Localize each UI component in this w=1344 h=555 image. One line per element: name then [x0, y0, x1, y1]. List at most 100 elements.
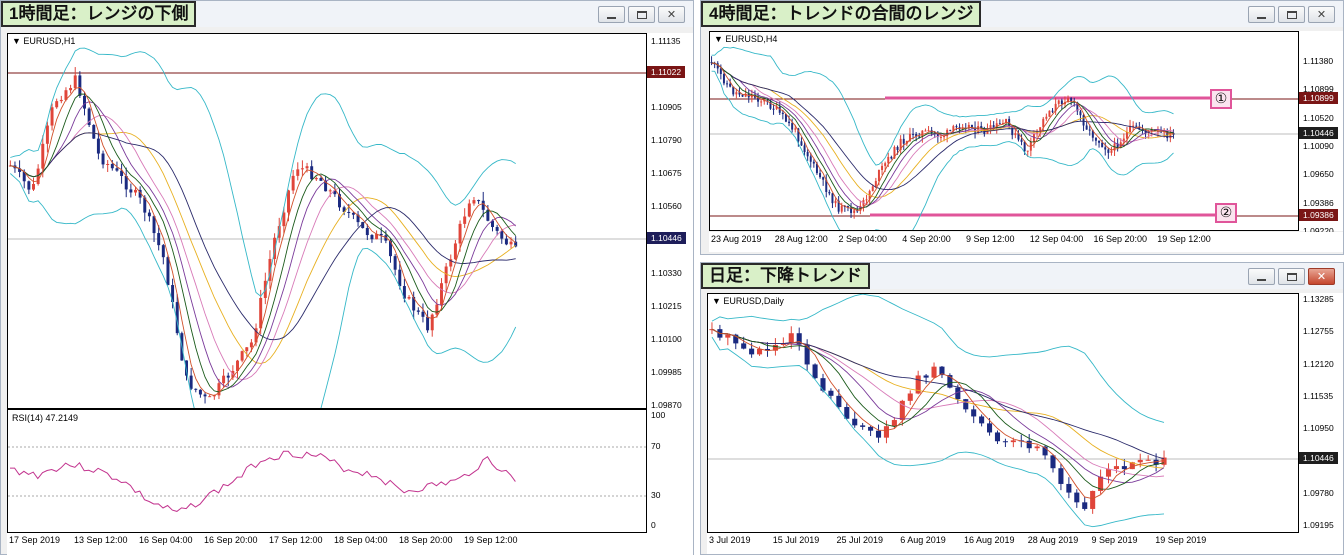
candle-body: [194, 388, 198, 390]
price-tick-label: 1.10560: [651, 201, 682, 212]
candle-body: [1113, 466, 1119, 470]
candle-body: [931, 366, 937, 378]
price-tick-label: 1.10905: [651, 102, 682, 113]
candle-body: [955, 126, 958, 128]
candle-body: [890, 156, 893, 159]
close-button[interactable]: ✕: [1308, 268, 1335, 285]
close-button[interactable]: ✕: [658, 6, 685, 23]
candle-body: [166, 257, 170, 286]
candle-body: [1105, 469, 1112, 477]
price-tick-label: 1.13285: [1303, 294, 1334, 304]
moving-average-line: [711, 62, 1174, 198]
price-tick-label: 1.12120: [1303, 358, 1334, 369]
candle-body: [310, 166, 314, 180]
candle-body: [198, 389, 202, 395]
symbol-label: ▼ EURUSD,H1: [12, 36, 76, 46]
price-chart-area[interactable]: ▼ EURUSD,Daily: [707, 293, 1299, 533]
window-titlebar[interactable]: 4時間足：トレンドの合間のレンジ ✕: [701, 1, 1343, 27]
price-tick-label: 1.09195: [1303, 520, 1334, 530]
candle-body: [83, 95, 86, 109]
candle-body: [1098, 140, 1101, 143]
moving-average-line: [711, 62, 1174, 191]
price-tick-label: 1.10675: [651, 168, 682, 179]
price-tick-label: 1.10330: [651, 267, 682, 278]
time-axis: 23 Aug 2019 28 Aug 12:00 2 Sep 04:00 4 Sep …: [709, 232, 1343, 252]
marker-1: ①: [1210, 89, 1232, 109]
price-tick-label: 1.10790: [651, 135, 682, 146]
price-chart-svg: [708, 294, 1298, 528]
candle-body: [877, 169, 880, 182]
bollinger-lower-band: [10, 173, 517, 408]
maximize-button[interactable]: [1278, 6, 1305, 23]
time-tick-label: 19 Sep 12:00: [1157, 234, 1211, 244]
candle-body: [809, 156, 812, 162]
maximize-button[interactable]: [1278, 268, 1305, 285]
candle-body: [430, 314, 434, 331]
time-tick-label: 6 Aug 2019: [900, 535, 946, 545]
candle-body: [963, 399, 969, 410]
window-titlebar[interactable]: 日足：下降トレンド ✕: [701, 263, 1343, 289]
candle-body: [1032, 134, 1035, 142]
chart-window-h4[interactable]: 4時間足：トレンドの合間のレンジ ✕ ▼ EURUSD,H4 1.11380 1.…: [700, 0, 1344, 255]
minimize-icon: [1257, 278, 1266, 281]
minimize-button[interactable]: [1248, 6, 1275, 23]
chart-window-h1[interactable]: 1時間足：レンジの下側 ✕ ▼ EURUSD,H1 1.111351.11020…: [0, 0, 694, 555]
candle-body: [185, 360, 188, 376]
candle-body: [55, 101, 59, 108]
rsi-axis: 100 70 30 0: [647, 409, 693, 533]
candle-body: [59, 99, 63, 102]
maximize-button[interactable]: [628, 6, 655, 23]
price-axis: 1.11380 1.10899 1.10520 1.10090 1.09650 1.093…: [1299, 31, 1343, 236]
time-tick-label: 2 Sep 04:00: [838, 234, 888, 244]
candle-body: [300, 168, 304, 170]
rsi-tick-label: 0: [651, 520, 656, 530]
price-tick-label: 1.10215: [651, 300, 682, 311]
time-tick-label: 19 Sep 12:00: [464, 535, 518, 545]
candle-body: [1094, 137, 1097, 141]
candle-body: [393, 256, 397, 270]
candle-body: [853, 210, 856, 213]
candle-body: [1101, 142, 1104, 148]
price-chart-area[interactable]: ▼ EURUSD,H1: [7, 33, 647, 409]
price-tick-label: 1.09650: [1303, 169, 1334, 180]
time-tick-label: 15 Jul 2019: [772, 535, 820, 545]
candle-body: [831, 193, 834, 204]
time-tick-label: 9 Sep 2019: [1091, 535, 1138, 545]
candle-body: [1060, 100, 1063, 105]
candle-body: [106, 164, 110, 166]
candle-body: [875, 430, 882, 438]
price-chart-area[interactable]: ▼ EURUSD,H4: [709, 31, 1299, 231]
candle-body: [924, 130, 927, 132]
candle-body: [891, 420, 897, 427]
candle-body: [820, 378, 826, 391]
candle-body: [923, 375, 929, 378]
minimize-button[interactable]: [598, 6, 625, 23]
window-titlebar[interactable]: 1時間足：レンジの下側 ✕: [1, 1, 693, 27]
candle-body: [407, 296, 411, 299]
chart-window-daily[interactable]: 日足：下降トレンド ✕ ▼ EURUSD,Daily 1.13285 1.1275…: [700, 262, 1344, 555]
candle-body: [971, 409, 977, 417]
close-icon: ✕: [1316, 8, 1327, 21]
moving-average-line: [711, 62, 1174, 211]
candle-body: [757, 348, 763, 355]
price-tick-label: 1.10950: [1303, 423, 1334, 434]
time-tick-label: 16 Sep 04:00: [139, 535, 193, 545]
moving-average-line: [10, 115, 516, 381]
candle-body: [836, 395, 842, 408]
rsi-panel[interactable]: RSI(14) 47.2149: [7, 409, 647, 533]
candle-body: [1074, 492, 1080, 503]
candle-body: [803, 145, 806, 152]
candle-body: [819, 173, 822, 178]
time-tick-label: 17 Sep 12:00: [269, 535, 323, 545]
minimize-button[interactable]: [1248, 268, 1275, 285]
candle-body: [788, 333, 794, 344]
candle-body: [472, 200, 476, 204]
candle-body: [1039, 127, 1042, 131]
moving-average-line: [10, 101, 517, 388]
price-tag: 1.11022: [647, 66, 686, 78]
candle-body: [1085, 125, 1088, 130]
candle-body: [812, 161, 815, 164]
candle-body: [96, 138, 100, 154]
close-button[interactable]: ✕: [1308, 6, 1335, 23]
candle-body: [426, 316, 430, 331]
